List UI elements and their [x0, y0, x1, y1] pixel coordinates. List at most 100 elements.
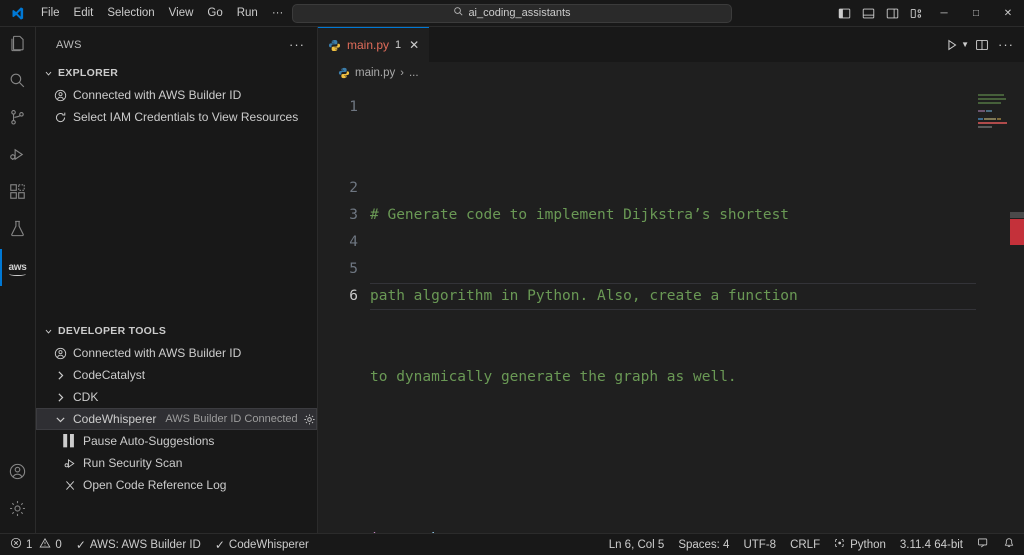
breadcrumb-trailing[interactable]: ...: [409, 67, 419, 79]
toggle-panel-icon[interactable]: [856, 0, 880, 27]
code-line-1-wrap-a: path algorithm in Python. Also, create a…: [370, 283, 1014, 310]
tab-label: main.py: [347, 38, 390, 52]
gear-icon[interactable]: [303, 413, 316, 426]
minimap-line: [978, 98, 1010, 101]
activitybar-item-search[interactable]: [0, 64, 35, 101]
scrollbar-thumb[interactable]: [1010, 212, 1024, 218]
code-content[interactable]: # Generate code to implement Dijkstra’s …: [370, 84, 1024, 533]
sidebar-item-cdk[interactable]: CDK: [36, 386, 317, 408]
account-circle-icon: [52, 347, 68, 360]
customize-layout-icon[interactable]: [904, 0, 928, 27]
status-problems[interactable]: 1 0: [3, 534, 69, 555]
sidebar-item-codecatalyst[interactable]: CodeCatalyst: [36, 364, 317, 386]
line-number: 4: [349, 234, 358, 250]
activitybar-item-run-and-debug[interactable]: [0, 138, 35, 175]
sidebar-item-pause-auto-suggestions[interactable]: ▌▌ Pause Auto-Suggestions: [36, 430, 317, 452]
activitybar-item-extensions[interactable]: [0, 175, 35, 212]
check-icon: ✓: [75, 537, 86, 552]
command-center-search[interactable]: ai_coding_assistants: [292, 3, 732, 23]
status-line-endings[interactable]: CRLF: [783, 534, 827, 555]
section-title-explorer: EXPLORER: [58, 67, 119, 79]
split-editor-right-icon[interactable]: [971, 27, 993, 62]
run-dropdown-chevron-icon[interactable]: ▼: [961, 40, 969, 49]
code-editor[interactable]: 1 . . 2 3 4 5 6 # Generate code to imple…: [318, 84, 1024, 533]
gear-icon: [8, 499, 27, 523]
warning-triangle-icon: [39, 537, 51, 552]
status-cursor-position[interactable]: Ln 6, Col 5: [602, 534, 672, 555]
code-line-3: import heapq: [370, 526, 1014, 533]
status-remote-window[interactable]: [970, 534, 996, 555]
warning-count: 0: [55, 538, 62, 551]
sidebar-item-label: Select IAM Credentials to View Resources: [73, 110, 299, 124]
status-notifications[interactable]: [996, 534, 1022, 555]
pause-icon: ▌▌: [63, 435, 78, 447]
sidebar-item-select-iam-credentials[interactable]: Select IAM Credentials to View Resources: [36, 106, 317, 128]
sidebar-item-label: CodeWhisperer: [73, 412, 157, 426]
sidebar-item-label: CDK: [73, 390, 99, 404]
status-language-mode[interactable]: Python: [827, 534, 893, 555]
menu-view[interactable]: View: [162, 3, 201, 23]
chevron-down-icon: [40, 69, 56, 78]
editor-actions: ▼ ···: [941, 27, 1024, 62]
line-number: 5: [349, 261, 358, 277]
toggle-primary-sidebar-icon[interactable]: [832, 0, 856, 27]
code-text: path algorithm in Python. Also, create a…: [370, 288, 798, 304]
activitybar-item-aws-toolkit[interactable]: aws: [0, 249, 35, 286]
menu-run[interactable]: Run: [230, 3, 265, 23]
toggle-secondary-sidebar-icon[interactable]: [880, 0, 904, 27]
status-indentation[interactable]: Spaces: 4: [671, 534, 736, 555]
menu-go[interactable]: Go: [200, 3, 229, 23]
sidebar-item-connected-with-aws-builder-id[interactable]: Connected with AWS Builder ID: [36, 84, 317, 106]
close-button[interactable]: ✕: [992, 0, 1024, 27]
python-file-icon: [338, 67, 350, 79]
menu-file[interactable]: File: [34, 3, 67, 23]
status-bar-left: 1 0 ✓ AWS: AWS Builder ID ✓ CodeWhispere…: [0, 534, 316, 555]
sidebar-header: AWS ···: [36, 27, 317, 62]
menu-selection[interactable]: Selection: [100, 3, 161, 23]
run-python-file-icon[interactable]: [941, 27, 963, 62]
status-python-interpreter[interactable]: 3.11.4 64-bit: [893, 534, 970, 555]
ellipsis-icon[interactable]: ···: [285, 38, 309, 51]
editor-scrollbar[interactable]: [1010, 84, 1024, 533]
activitybar-item-manage-settings[interactable]: [0, 492, 35, 529]
activitybar-item-testing[interactable]: [0, 212, 35, 249]
python-icon: [834, 537, 846, 552]
line-number: 3: [349, 207, 358, 223]
chevron-down-icon: [40, 327, 56, 336]
code-line-1: # Generate code to implement Dijkstra’s …: [370, 202, 1014, 229]
section-header-explorer[interactable]: EXPLORER: [36, 62, 317, 84]
activitybar-item-accounts[interactable]: [0, 455, 35, 492]
activitybar-item-source-control[interactable]: [0, 101, 35, 138]
close-icon[interactable]: ✕: [407, 39, 419, 51]
sidebar-item-connected-with-aws-builder-id-dev[interactable]: Connected with AWS Builder ID: [36, 342, 317, 364]
maximize-button[interactable]: □: [960, 0, 992, 27]
status-language-label: Python: [850, 538, 886, 551]
minimap-line: [978, 110, 1010, 113]
sidebar-item-open-code-reference-log[interactable]: Open Code Reference Log: [36, 474, 317, 496]
tab-main-py[interactable]: main.py 1 ✕: [318, 27, 430, 62]
breadcrumb-file[interactable]: main.py: [355, 67, 395, 79]
vscode-logo-icon: [0, 6, 34, 21]
section-header-developer-tools[interactable]: DEVELOPER TOOLS: [36, 320, 317, 342]
sidebar-item-codewhisperer[interactable]: CodeWhisperer AWS Builder ID Connected: [36, 408, 317, 430]
minimize-button[interactable]: ─: [928, 0, 960, 27]
breadcrumb-separator: ›: [400, 67, 404, 79]
status-encoding[interactable]: UTF-8: [736, 534, 783, 555]
breadcrumb: main.py › ...: [318, 62, 1024, 84]
status-aws-connection[interactable]: ✓ AWS: AWS Builder ID: [69, 534, 208, 555]
sidebar-item-run-security-scan[interactable]: Run Security Scan: [36, 452, 317, 474]
activitybar-item-explorer[interactable]: [0, 27, 35, 64]
minimap[interactable]: [976, 84, 1010, 533]
line-number-active: 6: [349, 288, 358, 304]
menu-edit[interactable]: Edit: [67, 3, 101, 23]
sidebar-item-label: Pause Auto-Suggestions: [83, 434, 215, 448]
references-icon: [62, 479, 78, 492]
more-actions-icon[interactable]: ···: [995, 27, 1017, 62]
extensions-icon: [8, 182, 27, 206]
code-line-1-wrap-b: to dynamically generate the graph as wel…: [370, 364, 1014, 391]
menu-more[interactable]: ···: [265, 3, 291, 23]
status-codewhisperer[interactable]: ✓ CodeWhisperer: [208, 534, 316, 555]
minimap-line: [978, 118, 1010, 121]
